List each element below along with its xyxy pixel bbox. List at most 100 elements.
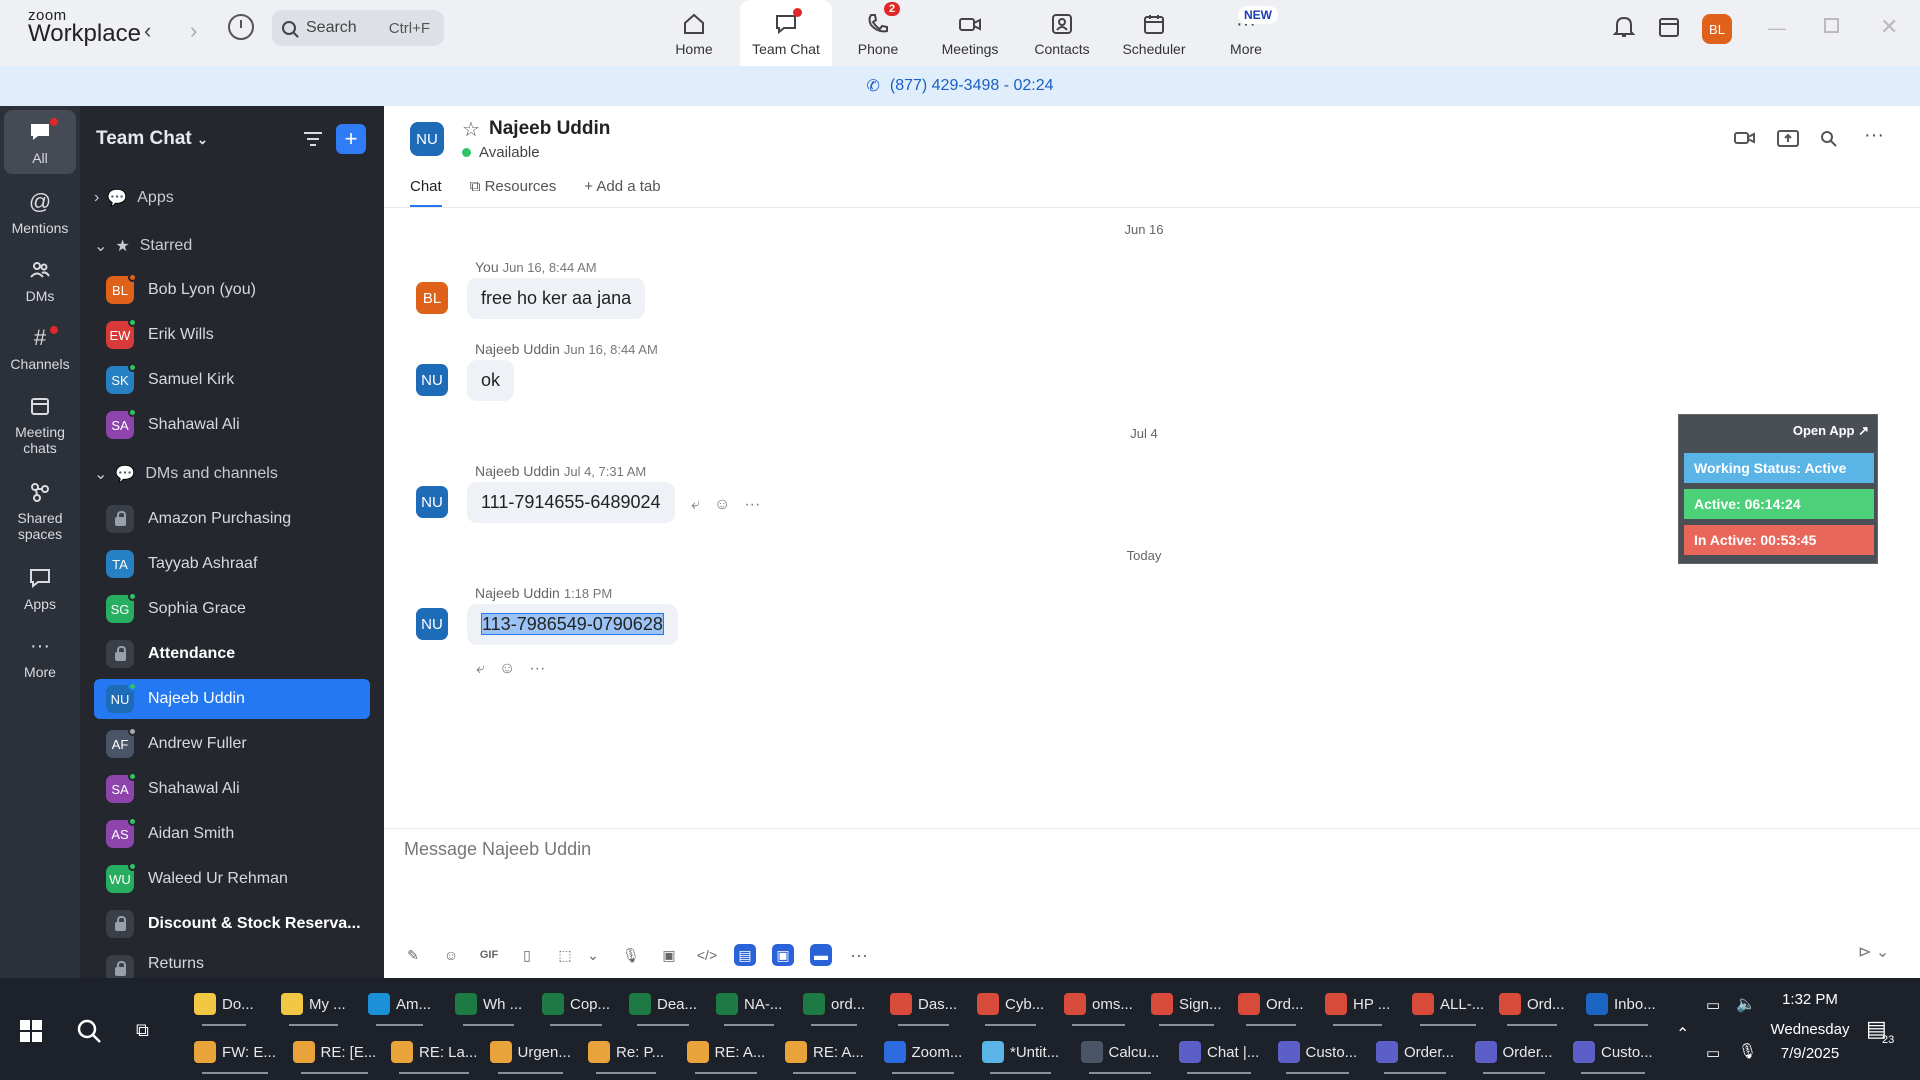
back-arrow-icon[interactable]: ‹	[144, 18, 151, 44]
minimize-icon[interactable]: —	[1768, 18, 1786, 39]
taskbar-app[interactable]: Dea...	[629, 990, 697, 1026]
taskbar-app[interactable]: RE: [E...	[292, 1038, 376, 1074]
taskbar-app[interactable]: HP ...	[1325, 990, 1390, 1026]
search-bar[interactable]: Search Ctrl+F	[272, 10, 444, 46]
search-icon[interactable]	[76, 1018, 102, 1049]
taskbar-app[interactable]: Inbo...	[1586, 990, 1656, 1026]
message-bubble[interactable]: free ho ker aa jana	[467, 278, 646, 319]
sidebar-item-samuel-kirk[interactable]: SK Samuel Kirk	[94, 360, 370, 400]
taskbar-app[interactable]: Am...	[368, 990, 431, 1026]
taskbar-app[interactable]: Order...	[1376, 1038, 1454, 1074]
windows-start-icon[interactable]	[20, 1020, 42, 1047]
more-icon[interactable]: ···	[848, 944, 870, 966]
avatar[interactable]: BL	[416, 282, 448, 314]
avatar[interactable]: NU	[416, 364, 448, 396]
chevron-down-icon[interactable]: ⌄	[582, 944, 604, 966]
tab-contacts[interactable]: Contacts	[1016, 0, 1108, 66]
taskbar-app[interactable]: Ord...	[1499, 990, 1565, 1026]
taskbar-app[interactable]: Custo...	[1573, 1038, 1653, 1074]
battery-icon[interactable]: ▭	[1706, 996, 1720, 1014]
sidebar-item-shahawal-ali[interactable]: SA Shahawal Ali	[94, 405, 370, 445]
code-icon[interactable]: </>	[696, 944, 718, 966]
maximize-icon[interactable]	[1824, 18, 1839, 33]
sidebar-title[interactable]: Team Chat ⌄	[96, 128, 208, 150]
more-icon[interactable]: ···	[529, 660, 545, 678]
open-app-link[interactable]: Open App ↗	[1793, 423, 1869, 439]
sidebar-item-sophia-grace[interactable]: SG Sophia Grace	[94, 589, 370, 629]
taskbar-app[interactable]: Do...	[194, 990, 254, 1026]
section-apps[interactable]: › 💬 Apps	[94, 188, 174, 208]
sidebar-item-attendance[interactable]: Attendance	[94, 634, 370, 674]
screenshot-icon[interactable]: ⬚	[554, 944, 576, 966]
video-message-icon[interactable]: ▣	[658, 944, 680, 966]
tab-chat[interactable]: Chat	[410, 178, 442, 207]
sidebar-item-tayyab-ashraaf[interactable]: TA Tayyab Ashraaf	[94, 544, 370, 584]
chevron-up-icon[interactable]: ⌃	[1676, 1024, 1689, 1044]
tab-team-chat[interactable]: Team Chat	[740, 0, 832, 66]
taskbar-app[interactable]: Cop...	[542, 990, 610, 1026]
selected-text[interactable]: 113-7986549-0790628	[481, 613, 664, 635]
taskbar-app[interactable]: ord...	[803, 990, 865, 1026]
more-icon[interactable]: ···	[744, 496, 760, 514]
tab-more[interactable]: ··· NEW More	[1200, 0, 1292, 66]
message-bubble[interactable]: ok	[467, 360, 515, 401]
rail-apps[interactable]: Apps	[4, 564, 76, 612]
tab-meetings[interactable]: Meetings	[924, 0, 1016, 66]
taskbar-app[interactable]: ALL-...	[1412, 990, 1484, 1026]
file-icon[interactable]: ▯	[516, 944, 538, 966]
sidebar-item-najeeb-uddin[interactable]: NU Najeeb Uddin	[94, 679, 370, 719]
format-icon[interactable]: ✎	[402, 944, 424, 966]
video-call-icon[interactable]	[1734, 130, 1756, 151]
taskbar-app[interactable]: My ...	[281, 990, 346, 1026]
reply-icon[interactable]: ⤶	[476, 660, 485, 678]
network-icon[interactable]: ▭	[1706, 1044, 1720, 1062]
sidebar-item-amazon-purchasing[interactable]: Amazon Purchasing	[94, 499, 370, 539]
new-chat-button[interactable]: +	[336, 124, 366, 154]
microphone-icon[interactable]: 🎙	[620, 944, 642, 966]
sidebar-item-aidan-smith[interactable]: AS Aidan Smith	[94, 814, 370, 854]
sidebar-item-discount-stock[interactable]: Discount & Stock Reserva...	[94, 904, 370, 944]
tab-add[interactable]: + Add a tab	[584, 178, 660, 207]
sidebar-item-shahawal-ali-2[interactable]: SA Shahawal Ali	[94, 769, 370, 809]
app-icon-1[interactable]: ▤	[734, 944, 756, 966]
tab-home[interactable]: Home	[648, 0, 740, 66]
message-bubble[interactable]: 111-7914655-6489024	[467, 482, 675, 523]
app-icon-3[interactable]: ▬	[810, 944, 832, 966]
contact-name-header[interactable]: Najeeb Uddin	[489, 118, 610, 140]
notification-icon[interactable]: ▤ 23	[1866, 1016, 1894, 1046]
message-bubble[interactable]: 113-7986549-0790628	[467, 604, 678, 645]
sidebar-item-erik-wills[interactable]: EW Erik Wills	[94, 315, 370, 355]
calendar-icon[interactable]	[1657, 14, 1681, 40]
rail-shared-spaces[interactable]: Shared spaces	[4, 478, 76, 542]
close-icon[interactable]: ✕	[1880, 14, 1898, 40]
taskbar-app[interactable]: Zoom...	[883, 1038, 962, 1074]
emoji-icon[interactable]: ☺	[499, 660, 515, 678]
rail-mentions[interactable]: @ Mentions	[4, 188, 76, 236]
taskbar-app[interactable]: *Untit...	[982, 1038, 1059, 1074]
reply-icon[interactable]: ⤶	[691, 496, 700, 514]
send-options-icon[interactable]: ⊳ ⌄	[1858, 942, 1889, 962]
taskbar-app[interactable]: Chat |...	[1179, 1038, 1259, 1074]
share-screen-icon[interactable]	[1777, 130, 1799, 153]
taskbar-app[interactable]: FW: E...	[194, 1038, 276, 1074]
taskbar-app[interactable]: RE: A...	[686, 1038, 765, 1074]
taskbar-app[interactable]: Sign...	[1151, 990, 1222, 1026]
taskbar-app[interactable]: Custo...	[1277, 1038, 1357, 1074]
bell-icon[interactable]	[1612, 14, 1636, 40]
message-input[interactable]: Message Najeeb Uddin	[404, 839, 591, 860]
clock[interactable]: 1:32 PM Wednesday 7/9/2025	[1750, 988, 1870, 1066]
rail-more[interactable]: ··· More	[4, 632, 76, 681]
taskbar-app[interactable]: RE: A...	[785, 1038, 864, 1074]
sidebar-item-bob-lyon[interactable]: BL Bob Lyon (you)	[94, 270, 370, 310]
history-icon[interactable]	[228, 14, 254, 40]
taskbar-app[interactable]: oms...	[1064, 990, 1133, 1026]
avatar[interactable]: BL	[1702, 14, 1732, 44]
filter-icon[interactable]	[302, 130, 324, 153]
rail-all[interactable]: All	[4, 110, 76, 174]
forward-arrow-icon[interactable]: ›	[190, 18, 197, 44]
taskbar-app[interactable]: Cyb...	[977, 990, 1044, 1026]
taskbar-app[interactable]: Urgen...	[489, 1038, 571, 1074]
sidebar-item-andrew-fuller[interactable]: AF Andrew Fuller	[94, 724, 370, 764]
taskbar-app[interactable]: Order...	[1474, 1038, 1553, 1074]
section-starred[interactable]: ⌄ ★ Starred	[94, 236, 192, 256]
